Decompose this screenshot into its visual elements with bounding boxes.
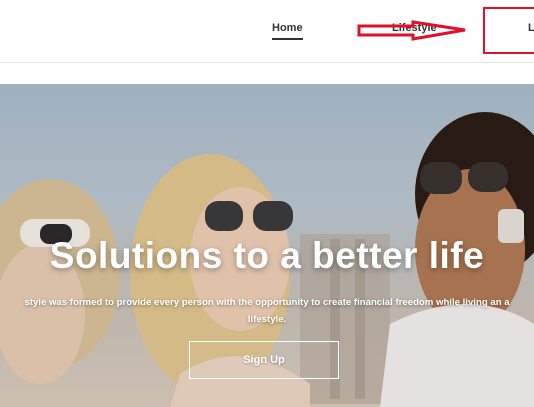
- hero-subtitle-line-2: lifestyle.: [247, 314, 287, 325]
- hero-section: Solutions to a better life style was for…: [0, 84, 534, 407]
- hero-subtitle-line-1: style was formed to provide every person…: [24, 297, 510, 308]
- annotation-arrow: [357, 20, 466, 41]
- hero-title: Solutions to a better life: [49, 235, 485, 276]
- annotation-box: [483, 7, 534, 54]
- hero-subtitle: style was formed to provide every person…: [0, 294, 534, 328]
- sign-up-button[interactable]: Sign Up: [189, 341, 339, 379]
- nav-link-home[interactable]: Home: [272, 22, 303, 40]
- annotation-arrow-box: [357, 7, 534, 54]
